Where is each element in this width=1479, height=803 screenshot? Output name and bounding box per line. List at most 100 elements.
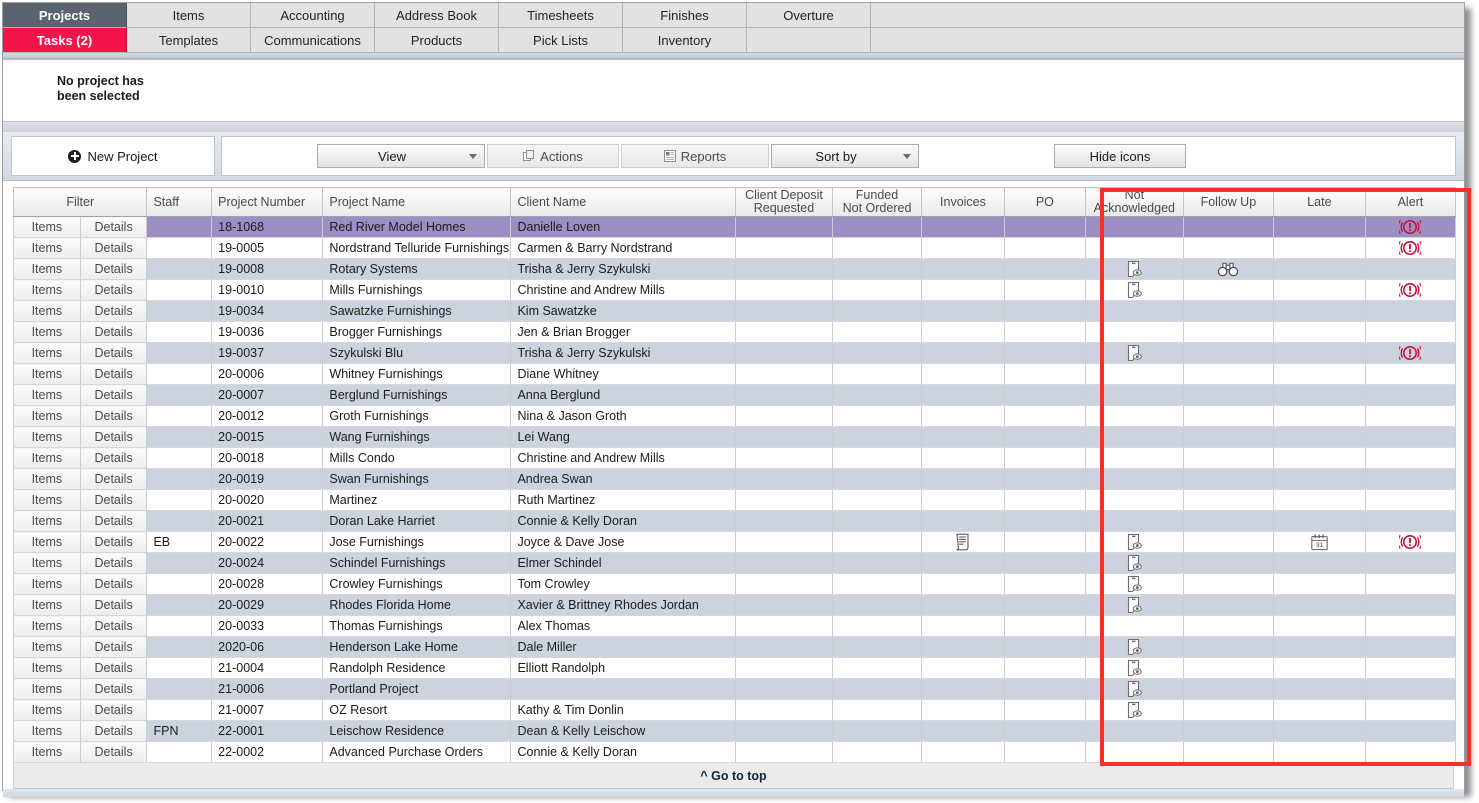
row-items-button[interactable]: Items	[13, 405, 81, 427]
tab-overture[interactable]: Overture	[747, 3, 871, 28]
table-row[interactable]: Items Details 20-0007 Berglund Furnishings A…	[13, 384, 1457, 406]
table-row[interactable]: Items Details 19-0010 Mills Furnishings Chri…	[13, 279, 1457, 301]
table-row[interactable]: Items Details 20-0029 Rhodes Florida Home Xa…	[13, 594, 1457, 616]
table-row[interactable]: Items Details 18-1068 Red River Model Homes…	[13, 216, 1457, 238]
row-details-button[interactable]: Details	[79, 720, 148, 742]
alert-icon[interactable]	[1372, 532, 1449, 552]
row-items-button[interactable]: Items	[13, 363, 81, 385]
table-row[interactable]: Items Details 19-0037 Szykulski Blu Trisha &…	[13, 342, 1457, 364]
table-row[interactable]: Items Details 20-0033 Thomas Furnishings Ale…	[13, 615, 1457, 637]
row-items-button[interactable]: Items	[13, 468, 81, 490]
row-items-button[interactable]: Items	[13, 510, 81, 532]
tab-projects[interactable]: Projects	[3, 3, 127, 28]
table-row[interactable]: Items Details 20-0012 Groth Furnishings Nina…	[13, 405, 1457, 427]
row-details-button[interactable]: Details	[79, 426, 148, 448]
table-row[interactable]: Items Details 21-0004 Randolph Residence Ell…	[13, 657, 1457, 679]
row-details-button[interactable]: Details	[79, 510, 148, 532]
row-details-button[interactable]: Details	[79, 468, 148, 490]
row-items-button[interactable]: Items	[13, 678, 81, 700]
row-items-button[interactable]: Items	[13, 615, 81, 637]
table-row[interactable]: Items Details 20-0018 Mills Condo Christine …	[13, 447, 1457, 469]
row-items-button[interactable]: Items	[13, 237, 81, 259]
not-acknowledged-icon[interactable]	[1092, 343, 1177, 363]
row-details-button[interactable]: Details	[79, 573, 148, 595]
header-not-acknowledged[interactable]: Not Acknowledged	[1084, 187, 1184, 217]
row-details-button[interactable]: Details	[79, 279, 148, 301]
row-items-button[interactable]: Items	[13, 426, 81, 448]
row-details-button[interactable]: Details	[79, 237, 148, 259]
row-details-button[interactable]: Details	[79, 216, 148, 238]
row-details-button[interactable]: Details	[79, 594, 148, 616]
row-items-button[interactable]: Items	[13, 258, 81, 280]
row-details-button[interactable]: Details	[79, 363, 148, 385]
header-follow-up[interactable]: Follow Up	[1182, 187, 1274, 217]
tab-accounting[interactable]: Accounting	[251, 3, 375, 28]
binoculars-icon[interactable]	[1190, 261, 1267, 277]
tab-pick-lists[interactable]: Pick Lists	[499, 28, 623, 53]
row-items-button[interactable]: Items	[13, 741, 81, 763]
table-row[interactable]: Items Details EB 20-0022 Jose Furnishings Joy…	[13, 531, 1457, 553]
not-acknowledged-icon[interactable]	[1092, 679, 1177, 699]
header-invoices[interactable]: Invoices	[921, 187, 1005, 217]
tab-templates[interactable]: Templates	[127, 28, 251, 53]
row-items-button[interactable]: Items	[13, 594, 81, 616]
alert-icon[interactable]	[1372, 280, 1449, 300]
row-items-button[interactable]: Items	[13, 216, 81, 238]
not-acknowledged-icon[interactable]	[1092, 280, 1177, 300]
header-po[interactable]: PO	[1003, 187, 1086, 217]
row-details-button[interactable]: Details	[79, 342, 148, 364]
actions-button[interactable]: Actions	[487, 144, 619, 168]
tab-communications[interactable]: Communications	[251, 28, 375, 53]
tab-items[interactable]: Items	[127, 3, 251, 28]
row-items-button[interactable]: Items	[13, 447, 81, 469]
tab-tasks[interactable]: Tasks (2)	[3, 28, 127, 53]
row-items-button[interactable]: Items	[13, 699, 81, 721]
table-row[interactable]: Items Details FPN 22-0001 Leischow Residence…	[13, 720, 1457, 742]
table-row[interactable]: Items Details 22-0002 Advanced Purchase Ord…	[13, 741, 1457, 763]
sort-by-dropdown[interactable]: Sort by	[771, 144, 919, 168]
not-acknowledged-icon[interactable]	[1092, 259, 1177, 279]
row-details-button[interactable]: Details	[79, 657, 148, 679]
not-acknowledged-icon[interactable]	[1092, 553, 1177, 573]
hide-icons-button[interactable]: Hide icons	[1054, 144, 1186, 168]
row-details-button[interactable]: Details	[79, 447, 148, 469]
header-late[interactable]: Late	[1272, 187, 1366, 217]
row-details-button[interactable]: Details	[79, 405, 148, 427]
header-client-name[interactable]: Client Name	[510, 187, 736, 217]
tab-inventory[interactable]: Inventory	[623, 28, 747, 53]
row-items-button[interactable]: Items	[13, 573, 81, 595]
table-row[interactable]: Items Details 19-0036 Brogger Furnishings Je…	[13, 321, 1457, 343]
row-details-button[interactable]: Details	[79, 741, 148, 763]
header-project-name[interactable]: Project Name	[322, 187, 512, 217]
table-row[interactable]: Items Details 20-0019 Swan Furnishings Andre…	[13, 468, 1457, 490]
header-client-deposit-requested[interactable]: Client Deposit Requested	[734, 187, 834, 217]
row-items-button[interactable]: Items	[13, 552, 81, 574]
row-details-button[interactable]: Details	[79, 258, 148, 280]
row-items-button[interactable]: Items	[13, 489, 81, 511]
alert-icon[interactable]	[1372, 343, 1449, 363]
row-details-button[interactable]: Details	[79, 552, 148, 574]
not-acknowledged-icon[interactable]	[1092, 532, 1177, 552]
new-project-button[interactable]: New Project	[11, 136, 215, 176]
table-row[interactable]: Items Details 20-0015 Wang Furnishings Lei W…	[13, 426, 1457, 448]
row-items-button[interactable]: Items	[13, 300, 81, 322]
table-row[interactable]: Items Details 2020-06 Henderson Lake Home Da…	[13, 636, 1457, 658]
row-items-button[interactable]: Items	[13, 531, 81, 553]
row-items-button[interactable]: Items	[13, 720, 81, 742]
header-staff[interactable]: Staff	[146, 187, 213, 217]
row-items-button[interactable]: Items	[13, 279, 81, 301]
table-row[interactable]: Items Details 20-0006 Whitney Furnishings Di…	[13, 363, 1457, 385]
reports-button[interactable]: Reports	[621, 144, 769, 168]
view-dropdown[interactable]: View	[317, 144, 485, 168]
table-row[interactable]: Items Details 20-0028 Crowley Furnishings To…	[13, 573, 1457, 595]
row-items-button[interactable]: Items	[13, 636, 81, 658]
invoice-icon[interactable]	[928, 532, 998, 552]
not-acknowledged-icon[interactable]	[1092, 658, 1177, 678]
alert-icon[interactable]	[1372, 238, 1449, 258]
header-filter[interactable]: Filter	[12, 187, 148, 217]
row-details-button[interactable]: Details	[79, 384, 148, 406]
table-row[interactable]: Items Details 20-0021 Doran Lake Harriet Con…	[13, 510, 1457, 532]
tab-address-book[interactable]: Address Book	[375, 3, 499, 28]
table-row[interactable]: Items Details 19-0008 Rotary Systems Trisha …	[13, 258, 1457, 280]
tab-timesheets[interactable]: Timesheets	[499, 3, 623, 28]
